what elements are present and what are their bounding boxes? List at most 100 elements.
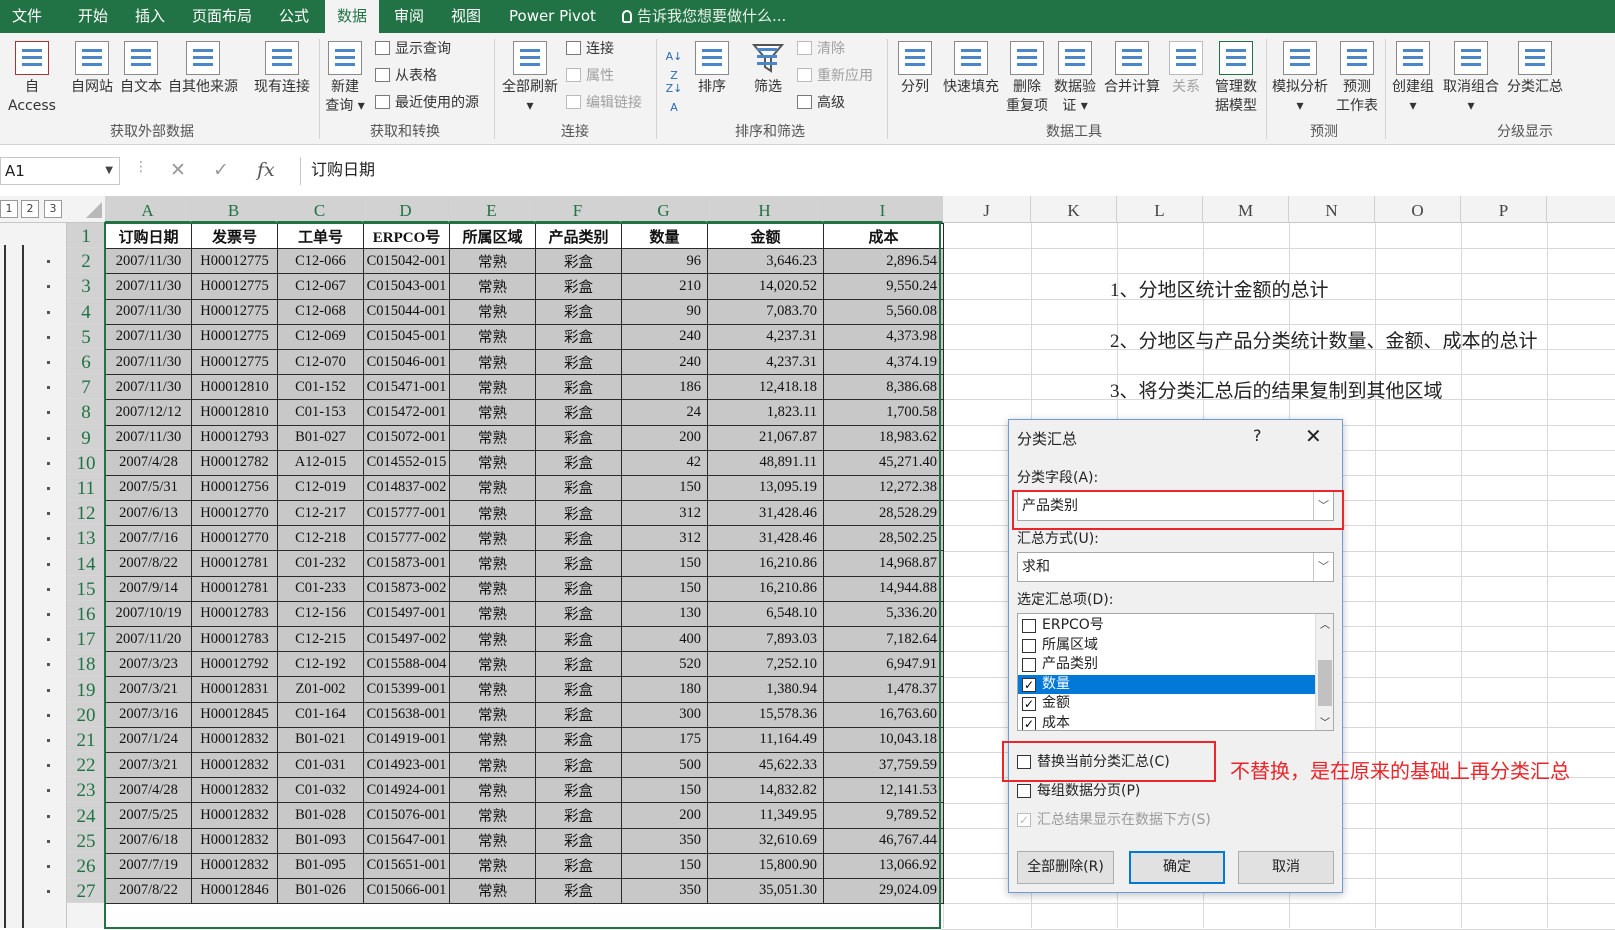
tab-page-layout[interactable]: 页面布局	[192, 0, 252, 33]
outline-level-2-button[interactable]: 2	[21, 200, 39, 218]
row-header[interactable]: 1	[67, 223, 105, 249]
table-cell[interactable]: 2007/3/21	[105, 676, 192, 703]
table-cell[interactable]: 16,210.86	[707, 575, 824, 602]
table-cell[interactable]: C015777-002	[363, 525, 450, 552]
table-cell[interactable]: 彩盒	[535, 751, 622, 779]
table-cell[interactable]: H00012782	[191, 449, 278, 476]
table-cell[interactable]: C015651-001	[363, 852, 450, 879]
table-cell[interactable]: 400	[621, 625, 708, 653]
table-cell[interactable]: C015042-001	[363, 248, 450, 275]
table-cell[interactable]: 9,550.24	[823, 273, 944, 300]
refresh-all-button[interactable]: 全部刷新 ▾	[498, 41, 562, 116]
filter-button[interactable]: 筛选	[748, 41, 788, 97]
list-item[interactable]: 所属区域	[1018, 636, 1315, 656]
column-header-m[interactable]: M	[1203, 196, 1289, 223]
table-cell[interactable]: 14,968.87	[823, 550, 944, 577]
text-to-columns-button[interactable]: 分列	[893, 41, 937, 97]
chevron-down-icon[interactable]: ▼	[105, 158, 113, 184]
table-cell[interactable]: 7,083.70	[707, 298, 824, 325]
row-header[interactable]: 6	[67, 349, 105, 375]
table-cell[interactable]: 240	[621, 323, 708, 350]
scroll-up-icon[interactable]: ︿	[1320, 616, 1330, 631]
summary-function-select[interactable]: 求和 ﹀	[1017, 552, 1334, 582]
row-header[interactable]: 9	[67, 424, 105, 450]
tab-power-pivot[interactable]: Power Pivot	[509, 0, 596, 33]
table-cell[interactable]: Z01-002	[277, 676, 364, 703]
column-header-i[interactable]: I	[823, 196, 943, 223]
table-cell[interactable]: 1,823.11	[707, 399, 824, 426]
table-cell[interactable]: C01-164	[277, 701, 364, 728]
table-cell[interactable]: 2007/4/28	[105, 777, 192, 804]
table-cell[interactable]: H00012832	[191, 827, 278, 854]
table-cell[interactable]: 常熟	[449, 877, 536, 905]
column-header-o[interactable]: O	[1375, 196, 1461, 223]
table-cell[interactable]: 6,947.91	[823, 651, 944, 678]
table-cell[interactable]: C12-070	[277, 348, 364, 376]
table-cell[interactable]: 2007/3/23	[105, 651, 192, 678]
table-cell[interactable]: H00012792	[191, 651, 278, 678]
table-cell[interactable]: 18,983.62	[823, 424, 944, 451]
tab-formulas[interactable]: 公式	[279, 0, 309, 33]
checkbox-icon[interactable]	[1022, 619, 1036, 633]
table-cell[interactable]: H00012770	[191, 525, 278, 552]
table-cell[interactable]: C014924-001	[363, 777, 450, 804]
table-cell[interactable]: 常熟	[449, 827, 536, 854]
table-cell[interactable]: H00012810	[191, 399, 278, 426]
table-cell[interactable]: 5,560.08	[823, 298, 944, 325]
existing-connections-button[interactable]: 现有连接	[250, 41, 314, 97]
table-cell[interactable]: 常熟	[449, 852, 536, 879]
table-cell[interactable]: C015066-001	[363, 877, 450, 905]
table-cell[interactable]: H00012832	[191, 802, 278, 829]
checkbox-icon[interactable]: ✓	[1022, 716, 1036, 730]
table-cell[interactable]: 45,271.40	[823, 449, 944, 476]
table-cell[interactable]: C015046-001	[363, 348, 450, 376]
table-cell[interactable]: 150	[621, 474, 708, 502]
table-cell[interactable]: 15,578.36	[707, 701, 824, 728]
table-cell[interactable]: B01-021	[277, 726, 364, 753]
column-header-l[interactable]: L	[1117, 196, 1203, 223]
table-cell[interactable]: 29,024.09	[823, 877, 944, 905]
row-header[interactable]: 27	[67, 878, 105, 904]
ok-button[interactable]: 确定	[1129, 851, 1225, 884]
table-header-cell[interactable]: 金额	[707, 222, 824, 250]
table-cell[interactable]: 150	[621, 852, 708, 879]
table-cell[interactable]: 240	[621, 348, 708, 376]
row-header[interactable]: 22	[67, 752, 105, 778]
table-cell[interactable]: 常熟	[449, 374, 536, 401]
list-item[interactable]: ✓ 成本	[1018, 714, 1315, 730]
chevron-down-icon[interactable]: ﹀	[1313, 553, 1333, 581]
table-header-cell[interactable]: 所属区域	[449, 222, 536, 250]
table-cell[interactable]: H00012781	[191, 575, 278, 602]
table-cell[interactable]: 175	[621, 726, 708, 753]
row-header[interactable]: 26	[67, 853, 105, 879]
tell-me-box[interactable]: 告诉我您想要做什么...	[622, 0, 786, 33]
forecast-sheet-button[interactable]: 预测 工作表	[1332, 41, 1382, 116]
column-header-n[interactable]: N	[1289, 196, 1375, 223]
table-cell[interactable]: H00012770	[191, 500, 278, 527]
table-cell[interactable]: 1,700.58	[823, 399, 944, 426]
table-cell[interactable]: H00012775	[191, 348, 278, 376]
table-cell[interactable]: 12,272.38	[823, 474, 944, 502]
table-cell[interactable]: 彩盒	[535, 500, 622, 527]
table-cell[interactable]: 96	[621, 248, 708, 275]
tab-data[interactable]: 数据	[325, 0, 379, 33]
table-cell[interactable]: C015045-001	[363, 323, 450, 350]
column-header-e[interactable]: E	[449, 196, 535, 223]
row-header[interactable]: 8	[67, 399, 105, 425]
table-cell[interactable]: 常熟	[449, 625, 536, 653]
table-cell[interactable]: C014919-001	[363, 726, 450, 753]
table-cell[interactable]: 12,141.53	[823, 777, 944, 804]
row-header[interactable]: 10	[67, 449, 105, 475]
row-header[interactable]: 25	[67, 827, 105, 853]
table-cell[interactable]: 彩盒	[535, 726, 622, 753]
column-header-p[interactable]: P	[1461, 196, 1547, 223]
table-cell[interactable]: 常熟	[449, 676, 536, 703]
table-header-cell[interactable]: 数量	[621, 222, 708, 250]
table-cell[interactable]: C015497-001	[363, 600, 450, 628]
table-cell[interactable]: C01-232	[277, 550, 364, 577]
table-cell[interactable]: 21,067.87	[707, 424, 824, 451]
table-cell[interactable]: 彩盒	[535, 802, 622, 829]
table-cell[interactable]: C12-019	[277, 474, 364, 502]
from-other-sources-button[interactable]: 自其他来源	[165, 41, 241, 97]
tab-view[interactable]: 视图	[451, 0, 481, 33]
